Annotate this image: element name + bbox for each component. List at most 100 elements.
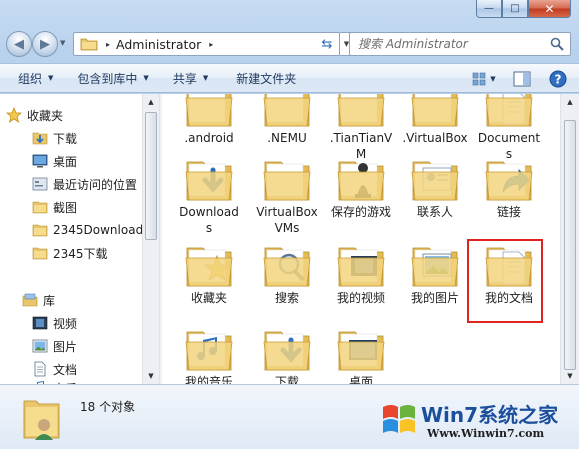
organize-button[interactable]: 组织 ▼ (10, 66, 61, 90)
file-view: .android .NEMU .TianTianV M .VirtualBox Docum… (162, 94, 560, 384)
windows-logo-icon (383, 405, 415, 433)
maximize-button[interactable]: □ (502, 0, 528, 18)
scroll-up-icon[interactable]: ▲ (562, 94, 578, 110)
picture-library-icon (32, 339, 48, 353)
file-item-label: 我的音乐 (184, 375, 233, 384)
nav-item-desktop[interactable]: 桌面 (32, 150, 77, 172)
item-count: 18 个对象 (80, 400, 136, 414)
back-button[interactable]: ◀ (6, 31, 32, 57)
chevron-down-icon: ▼ (202, 74, 209, 82)
file-item[interactable]: 搜索 (250, 242, 324, 306)
file-item[interactable]: 桌面 (324, 326, 398, 384)
favorites-folder-icon (183, 242, 235, 290)
chevron-down-icon: ▼ (490, 75, 496, 83)
file-item-label: .TianTianV (329, 131, 393, 145)
folder-icon (261, 156, 313, 204)
include-in-library-button[interactable]: 包含到库中 ▼ (69, 66, 156, 90)
file-item[interactable]: 我的文档 (472, 242, 546, 306)
nav-item-videos[interactable]: 视频 (32, 312, 77, 334)
scrollbar-thumb[interactable] (564, 120, 576, 370)
file-item[interactable]: 我的视频 (324, 242, 398, 306)
view-options-button[interactable]: ▼ (471, 68, 497, 90)
folder-icon (32, 224, 48, 237)
file-item[interactable]: Document s (472, 94, 546, 162)
nav-item-2345-download[interactable]: 2345下载 (32, 242, 108, 264)
forward-button[interactable]: ▶ (32, 31, 58, 57)
breadcrumb-separator[interactable]: ▸ (209, 40, 213, 49)
file-item[interactable]: 我的图片 (398, 242, 472, 306)
nav-libraries-label: 库 (43, 293, 56, 308)
scroll-down-icon[interactable]: ▼ (143, 368, 159, 384)
folder-icon (261, 94, 313, 130)
breadcrumb-administrator[interactable]: Administrator (116, 37, 201, 52)
file-item-label: Document (477, 131, 541, 145)
file-item[interactable]: 保存的游戏 (324, 156, 398, 220)
refresh-button[interactable]: ⇆ (318, 36, 336, 52)
nav-item-label: 文档 (53, 362, 78, 377)
scrollbar-thumb[interactable] (145, 112, 157, 240)
games-folder-icon (335, 156, 387, 204)
scroll-up-icon[interactable]: ▲ (143, 94, 159, 110)
file-item-label: Download (179, 205, 239, 219)
close-button[interactable]: ✕ (528, 0, 571, 18)
file-item-label: VirtualBox (256, 205, 318, 219)
help-button[interactable]: ? (545, 68, 571, 90)
nav-libraries[interactable]: 库 (22, 289, 55, 311)
search-icon[interactable] (550, 37, 564, 51)
doc-folder-icon (483, 94, 535, 130)
user-folder-icon (23, 400, 60, 440)
desktop-icon (32, 154, 48, 168)
folder-icon (32, 201, 48, 214)
file-item[interactable]: 下载 (250, 326, 324, 384)
nav-item-screenshots[interactable]: 截图 (32, 196, 77, 218)
file-item[interactable]: 我的音乐 (172, 326, 246, 384)
details-pane: 18 个对象 Win7系统之家 Www.Winwin7.com (0, 384, 579, 449)
file-item-label: 桌面 (348, 375, 373, 384)
file-item[interactable]: VirtualBox VMs (250, 156, 324, 236)
breadcrumb-separator[interactable]: ▸ (106, 40, 110, 49)
recent-pages-dropdown[interactable]: ▼ (60, 39, 65, 47)
file-item[interactable]: .TianTianV M (324, 94, 398, 162)
nav-item-label: 图片 (53, 339, 78, 354)
file-item[interactable]: .NEMU (250, 94, 324, 146)
preview-pane-button[interactable] (509, 68, 535, 90)
file-item[interactable]: 链接 (472, 156, 546, 220)
watermark: Win7系统之家 Www.Winwin7.com (379, 397, 575, 447)
navigation-bar: ◀ ▶ ▼ ▸ Administrator ▸ ⇆ ▼ (0, 28, 579, 60)
file-item-label: 链接 (496, 205, 521, 219)
folder-icon (335, 94, 387, 130)
file-item-label: 保存的游戏 (330, 205, 391, 219)
file-view-scrollbar[interactable]: ▲ ▼ (560, 94, 579, 384)
minimize-button[interactable]: — (476, 0, 502, 18)
file-item[interactable]: 收藏夹 (172, 242, 246, 306)
chevron-down-icon: ▼ (48, 74, 54, 82)
nav-item-2345downloads[interactable]: 2345Downloads (32, 219, 142, 241)
search-input[interactable] (358, 37, 548, 51)
file-item-label: .VirtualBox (402, 131, 468, 145)
share-button[interactable]: 共享 ▼ (165, 66, 216, 90)
file-item[interactable]: .android (172, 94, 246, 146)
organize-label: 组织 (18, 71, 43, 86)
nav-item-music[interactable]: 音乐 (32, 377, 77, 384)
file-item[interactable]: 联系人 (398, 156, 472, 220)
new-folder-button[interactable]: 新建文件夹 (228, 66, 304, 90)
library-icon (22, 293, 38, 307)
nav-item-label: 2345下载 (53, 246, 108, 261)
scroll-down-icon[interactable]: ▼ (562, 368, 578, 384)
folder-icon (183, 94, 235, 130)
file-item-label: .NEMU (267, 131, 307, 145)
chevron-down-icon: ▼ (143, 74, 149, 82)
file-item[interactable]: .VirtualBox (398, 94, 472, 146)
nav-favorites[interactable]: 收藏夹 (6, 104, 63, 126)
file-item-label: 联系人 (416, 205, 453, 219)
navigation-pane-scrollbar[interactable]: ▲ ▼ (142, 94, 159, 384)
file-item[interactable]: Download s (172, 156, 246, 236)
arrow-left-icon: ◀ (14, 36, 24, 52)
address-bar[interactable]: ▸ Administrator ▸ (73, 32, 340, 56)
nav-item-pictures[interactable]: 图片 (32, 335, 77, 357)
nav-item-recent-places[interactable]: 最近访问的位置 (32, 173, 137, 195)
main-area: 收藏夹 下载 桌面 最近访问的位置 截图 2345Downloads 2345下… (0, 94, 579, 384)
nav-item-downloads[interactable]: 下载 (32, 127, 77, 149)
nav-item-label: 下载 (53, 131, 78, 146)
file-item-label: 搜索 (274, 291, 299, 305)
